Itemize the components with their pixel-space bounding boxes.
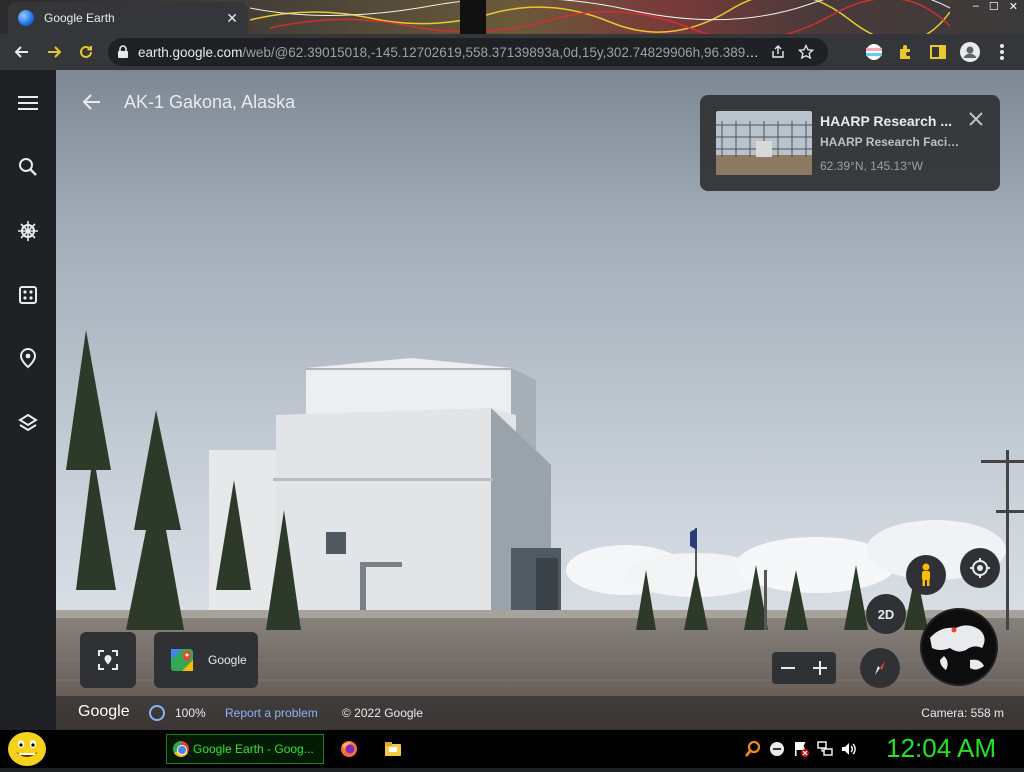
firefox-icon[interactable] xyxy=(340,740,358,758)
tab-close-icon[interactable]: ✕ xyxy=(226,10,238,27)
minus-icon xyxy=(781,667,795,669)
extensions-puzzle-icon[interactable] xyxy=(896,42,916,62)
back-arrow-icon[interactable] xyxy=(80,90,104,114)
share-icon[interactable] xyxy=(764,45,792,59)
map-pin-icon xyxy=(19,348,37,369)
window-controls: – ☐ ✕ xyxy=(973,0,1018,16)
arrow-left-icon xyxy=(14,46,28,58)
street-view-imagery[interactable]: AK-1 Gakona, Alaska HAARP Research ... H… xyxy=(56,70,1024,730)
start-button[interactable] xyxy=(6,731,48,767)
menu-button[interactable] xyxy=(12,87,44,119)
place-header: AK-1 Gakona, Alaska xyxy=(80,90,295,114)
arrow-right-icon xyxy=(48,46,62,58)
reload-icon xyxy=(80,45,92,58)
hamburger-menu-icon xyxy=(18,96,38,110)
google-earth-app: AK-1 Gakona, Alaska HAARP Research ... H… xyxy=(0,70,1024,730)
profile-avatar-icon[interactable] xyxy=(960,42,980,62)
address-bar[interactable]: earth.google.com/web/@62.39015018,-145.1… xyxy=(108,38,828,66)
google-maps-icon xyxy=(171,649,193,671)
layers-icon xyxy=(18,413,38,432)
report-problem-link[interactable]: Report a problem xyxy=(225,706,318,720)
tab-title: Google Earth xyxy=(44,11,115,25)
smiley-start-icon xyxy=(8,732,46,766)
map-style-button[interactable] xyxy=(12,407,44,439)
card-subtitle: HAARP Research Facili... xyxy=(820,135,960,149)
zoom-control xyxy=(772,652,836,684)
dice-icon xyxy=(19,286,37,304)
card-title: HAARP Research ... xyxy=(820,113,953,129)
browser-menu-icon[interactable] xyxy=(992,42,1012,62)
knowledge-card[interactable]: HAARP Research ... HAARP Research Facili… xyxy=(700,95,1000,191)
camera-altitude: Camera: 558 m xyxy=(921,706,1004,720)
search-button[interactable] xyxy=(12,151,44,183)
ship-wheel-icon xyxy=(18,221,38,241)
action-center-flag-icon[interactable] xyxy=(792,740,810,758)
pegman-icon xyxy=(922,563,930,586)
minimize-button[interactable]: – xyxy=(973,0,979,16)
crosshair-location-icon xyxy=(970,558,990,578)
left-nav-rail xyxy=(0,70,56,730)
screenshot-button[interactable] xyxy=(80,632,136,688)
taskbar-chrome-window[interactable]: Google Earth - Goog... xyxy=(166,734,324,764)
maximize-button[interactable]: ☐ xyxy=(989,0,999,16)
browser-toolbar: earth.google.com/web/@62.39015018,-145.1… xyxy=(0,34,1024,70)
globe-icon xyxy=(922,610,996,684)
projects-button[interactable] xyxy=(12,343,44,375)
browser-tab-strip: Google Earth ✕ – ☐ ✕ xyxy=(0,0,1024,34)
loading-ring-icon xyxy=(149,705,165,721)
url-host: earth.google.com xyxy=(138,44,243,60)
status-bar: Google 100% Report a problem © 2022 Goog… xyxy=(56,696,1024,730)
back-button[interactable] xyxy=(6,36,38,68)
google-logo: Google xyxy=(78,703,130,720)
feeling-lucky-button[interactable] xyxy=(12,279,44,311)
lock-icon xyxy=(118,45,128,58)
search-tray-icon[interactable] xyxy=(744,740,762,758)
zoom-out-button[interactable] xyxy=(772,652,804,684)
load-percentage: 100% xyxy=(175,706,206,720)
forward-button[interactable] xyxy=(38,36,70,68)
volume-icon[interactable] xyxy=(840,740,858,758)
chrome-icon xyxy=(173,741,189,757)
globe-overview[interactable] xyxy=(920,608,998,686)
file-explorer-icon[interactable] xyxy=(384,740,402,758)
tab-google-earth[interactable]: Google Earth ✕ xyxy=(8,2,248,34)
close-icon[interactable] xyxy=(966,109,986,129)
os-taskbar: Google Earth - Goog... 12:04 AM xyxy=(0,730,1024,768)
card-coordinates: 62.39°N, 145.13°W xyxy=(820,159,923,173)
my-location-button[interactable] xyxy=(960,548,1000,588)
chat-tray-icon[interactable] xyxy=(768,740,786,758)
url-path: /web/@62.39015018,-145.12702619,558.3713… xyxy=(242,44,764,60)
zoom-in-button[interactable] xyxy=(804,652,836,684)
side-panel-icon[interactable] xyxy=(928,42,948,62)
close-window-button[interactable]: ✕ xyxy=(1009,0,1018,16)
plus-icon xyxy=(813,661,827,675)
taskbar-clock[interactable]: 12:04 AM xyxy=(886,733,996,764)
extension-flag-icon[interactable] xyxy=(864,42,884,62)
google-maps-button[interactable]: Google xyxy=(154,632,258,688)
bookmark-star-icon[interactable] xyxy=(792,44,820,60)
place-thumbnail[interactable] xyxy=(716,111,812,175)
copyright-text: © 2022 Google xyxy=(342,706,423,720)
theme-background-art xyxy=(250,0,950,34)
toggle-2d-button[interactable]: 2D xyxy=(866,594,906,634)
google-maps-label: Google xyxy=(208,653,247,667)
pegman-button[interactable] xyxy=(906,555,946,595)
capture-location-icon xyxy=(98,650,118,670)
place-title: AK-1 Gakona, Alaska xyxy=(124,91,296,112)
compass-button[interactable] xyxy=(860,648,900,688)
network-icon[interactable] xyxy=(816,740,834,758)
taskbar-window-label: Google Earth - Goog... xyxy=(193,742,314,756)
compass-icon xyxy=(875,661,885,675)
url-text: earth.google.com/web/@62.39015018,-145.1… xyxy=(138,45,764,60)
reload-button[interactable] xyxy=(70,36,102,68)
google-earth-favicon xyxy=(18,10,34,26)
search-icon xyxy=(19,158,37,176)
voyager-button[interactable] xyxy=(12,215,44,247)
